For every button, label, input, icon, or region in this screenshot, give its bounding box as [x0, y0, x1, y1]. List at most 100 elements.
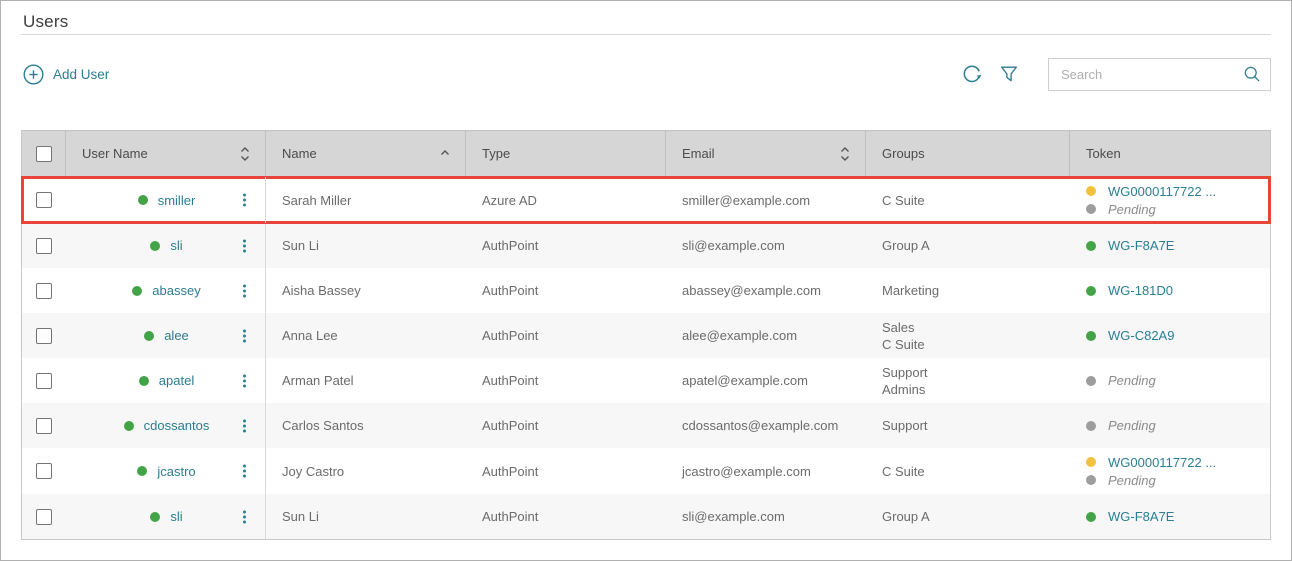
table-row: alee Anna Lee AuthPoint alee@example.com… [22, 313, 1270, 358]
email-cell: abassey@example.com [666, 268, 866, 313]
row-checkbox[interactable] [36, 192, 52, 208]
username-link[interactable]: alee [164, 327, 189, 344]
groups-cell: Group A [866, 223, 1070, 268]
name-cell: Joy Castro [266, 448, 466, 494]
token-link[interactable]: WG-F8A7E [1108, 508, 1174, 525]
email-cell: apatel@example.com [666, 358, 866, 403]
search-box [1048, 58, 1271, 91]
page-title: Users [1, 1, 1291, 33]
search-icon[interactable] [1242, 64, 1262, 84]
token-link[interactable]: WG-181D0 [1108, 282, 1173, 299]
name-cell: Anna Lee [266, 313, 466, 358]
row-checkbox[interactable] [36, 418, 52, 434]
token-link[interactable]: WG-C82A9 [1108, 327, 1174, 344]
column-label: Token [1086, 146, 1121, 161]
token-status-icon [1086, 241, 1096, 251]
token-link[interactable]: WG0000117722 ... [1108, 454, 1216, 471]
row-menu-icon[interactable] [241, 417, 248, 434]
column-header-name[interactable]: Name [266, 131, 466, 176]
users-table: User Name Name Type Email [21, 130, 1271, 540]
user-status-icon [132, 286, 142, 296]
name-cell: Sarah Miller [266, 177, 466, 223]
token-link[interactable]: WG-F8A7E [1108, 237, 1174, 254]
user-status-icon [124, 421, 134, 431]
row-checkbox[interactable] [36, 463, 52, 479]
name-cell: Sun Li [266, 494, 466, 539]
token-pending-label: Pending [1108, 372, 1156, 389]
row-checkbox-cell [22, 403, 66, 448]
sort-icon[interactable] [439, 145, 451, 162]
token-pending-label: Pending [1108, 472, 1156, 489]
row-checkbox-cell [22, 268, 66, 313]
row-menu-icon[interactable] [241, 192, 248, 209]
username-link[interactable]: jcastro [157, 463, 195, 480]
table-row: jcastro Joy Castro AuthPoint jcastro@exa… [22, 448, 1270, 494]
column-header-token[interactable]: Token [1070, 131, 1270, 176]
token-cell: Pending [1070, 403, 1270, 448]
row-checkbox[interactable] [36, 509, 52, 525]
row-checkbox[interactable] [36, 328, 52, 344]
row-menu-icon[interactable] [241, 508, 248, 525]
row-checkbox-cell [22, 177, 66, 223]
username-cell: smiller [66, 177, 266, 223]
search-input[interactable] [1049, 59, 1270, 90]
row-menu-icon[interactable] [241, 327, 248, 344]
token-cell: WG0000117722 ...Pending [1070, 177, 1270, 223]
username-link[interactable]: cdossantos [144, 417, 210, 434]
filter-icon[interactable] [998, 63, 1020, 85]
username-link[interactable]: smiller [158, 192, 196, 209]
username-link[interactable]: sli [170, 508, 182, 525]
column-header-email[interactable]: Email [666, 131, 866, 176]
type-cell: Azure AD [466, 177, 666, 223]
username-cell: cdossantos [66, 403, 266, 448]
username-link[interactable]: abassey [152, 282, 200, 299]
token-status-icon [1086, 457, 1096, 467]
header-checkbox-cell [22, 131, 66, 176]
type-cell: AuthPoint [466, 313, 666, 358]
select-all-checkbox[interactable] [36, 146, 52, 162]
token-cell: WG-F8A7E [1070, 223, 1270, 268]
token-entry: Pending [1086, 372, 1256, 390]
row-menu-icon[interactable] [241, 463, 248, 480]
group-label: Marketing [882, 282, 1056, 299]
username-link[interactable]: sli [170, 237, 182, 254]
type-cell: AuthPoint [466, 358, 666, 403]
group-label: Support [882, 364, 1056, 381]
table-row: sli Sun Li AuthPoint sli@example.com Gro… [22, 223, 1270, 268]
column-header-type[interactable]: Type [466, 131, 666, 176]
row-menu-icon[interactable] [241, 282, 248, 299]
token-entry: WG-F8A7E [1086, 508, 1256, 526]
column-header-groups[interactable]: Groups [866, 131, 1070, 176]
token-status-icon [1086, 331, 1096, 341]
token-status-icon [1086, 475, 1096, 485]
table-row: cdossantos Carlos Santos AuthPoint cdoss… [22, 403, 1270, 448]
sort-icon[interactable] [839, 145, 851, 162]
toolbar: Add User [21, 57, 1271, 91]
group-label: Admins [882, 381, 1056, 398]
column-label: Groups [882, 146, 925, 161]
email-cell: alee@example.com [666, 313, 866, 358]
refresh-icon[interactable] [960, 62, 984, 86]
row-checkbox[interactable] [36, 283, 52, 299]
type-cell: AuthPoint [466, 223, 666, 268]
column-header-username[interactable]: User Name [66, 131, 266, 176]
row-menu-icon[interactable] [241, 237, 248, 254]
row-checkbox-cell [22, 448, 66, 494]
row-menu-icon[interactable] [241, 372, 248, 389]
user-status-icon [137, 466, 147, 476]
table-row: smiller Sarah Miller Azure AD smiller@ex… [22, 177, 1270, 223]
token-pending-label: Pending [1108, 201, 1156, 218]
token-link[interactable]: WG0000117722 ... [1108, 183, 1216, 200]
token-entry: Pending [1086, 471, 1256, 489]
user-status-icon [150, 512, 160, 522]
username-link[interactable]: apatel [159, 372, 194, 389]
token-entry: Pending [1086, 200, 1256, 218]
row-checkbox[interactable] [36, 373, 52, 389]
table-row: apatel Arman Patel AuthPoint apatel@exam… [22, 358, 1270, 403]
toolbar-right [960, 58, 1271, 91]
sort-icon[interactable] [239, 145, 251, 162]
email-cell: sli@example.com [666, 223, 866, 268]
add-user-button[interactable]: Add User [21, 64, 109, 85]
row-checkbox[interactable] [36, 238, 52, 254]
token-entry: Pending [1086, 417, 1256, 435]
